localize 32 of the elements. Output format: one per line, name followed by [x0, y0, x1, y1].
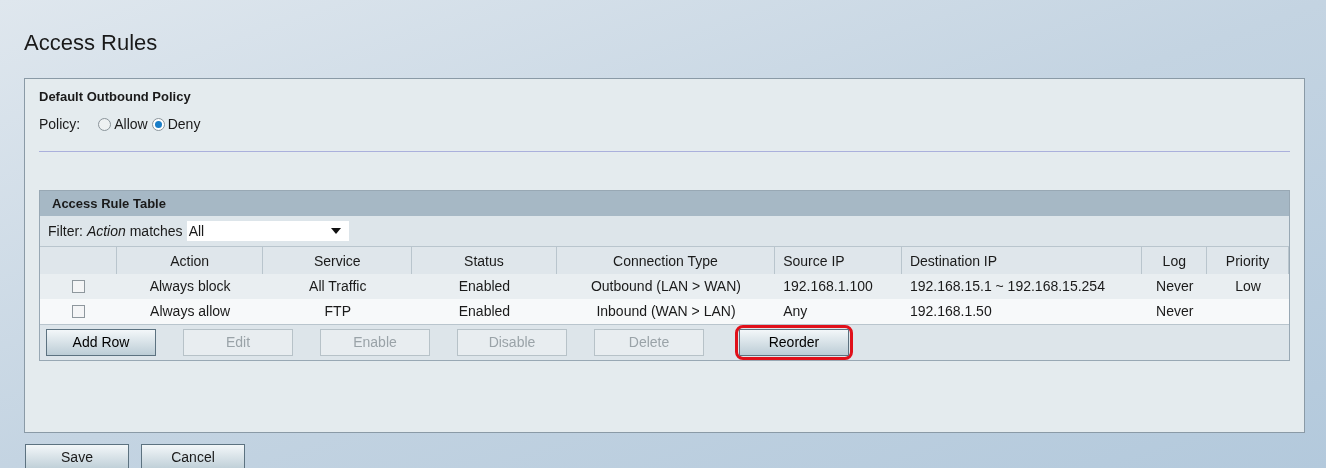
table-cell: Any [783, 303, 808, 319]
table-heading: Access Rule Table [40, 191, 1289, 216]
table-cell: FTP [324, 303, 351, 319]
row-checkbox[interactable] [71, 280, 85, 293]
filter-dropdown[interactable]: All [186, 221, 349, 241]
table-cell: Never [1156, 278, 1194, 294]
radio-button[interactable] [151, 117, 165, 131]
radio-button[interactable] [98, 117, 112, 131]
action-button[interactable]: Add Row [46, 329, 156, 356]
radio-option[interactable]: Allow [98, 113, 148, 135]
table-cell: Low [1235, 278, 1261, 294]
table-cell: Enabled [458, 278, 511, 294]
dropdown-caret-icon [330, 228, 341, 234]
table-cell: 192.168.15.1 ~ 192.168.15.254 [909, 278, 1105, 294]
table-cell: Always block [149, 278, 231, 294]
filter-label: Filter: Action matches [48, 221, 183, 241]
table-cell: 192.168.1.50 [909, 303, 992, 319]
table-cell: 192.168.1.100 [783, 278, 873, 294]
action-button[interactable]: Reorder [739, 329, 849, 356]
form-button[interactable]: Cancel [141, 444, 245, 468]
page-title: Access Rules [24, 29, 159, 57]
table-cell: Never [1156, 303, 1194, 319]
table-cell: All Traffic [309, 278, 367, 294]
table-cell: Outbound (LAN > WAN) [590, 278, 741, 294]
table-cell: Inbound (WAN > LAN) [596, 303, 736, 319]
section-heading: Default Outbound Policy [39, 88, 192, 106]
form-button[interactable]: Save [25, 444, 129, 468]
table-cell: Enabled [458, 303, 511, 319]
radio-option[interactable]: Deny [151, 113, 201, 135]
table-cell: Always allow [150, 303, 231, 319]
field-label: Policy: [39, 114, 81, 134]
row-checkbox[interactable] [71, 305, 85, 318]
